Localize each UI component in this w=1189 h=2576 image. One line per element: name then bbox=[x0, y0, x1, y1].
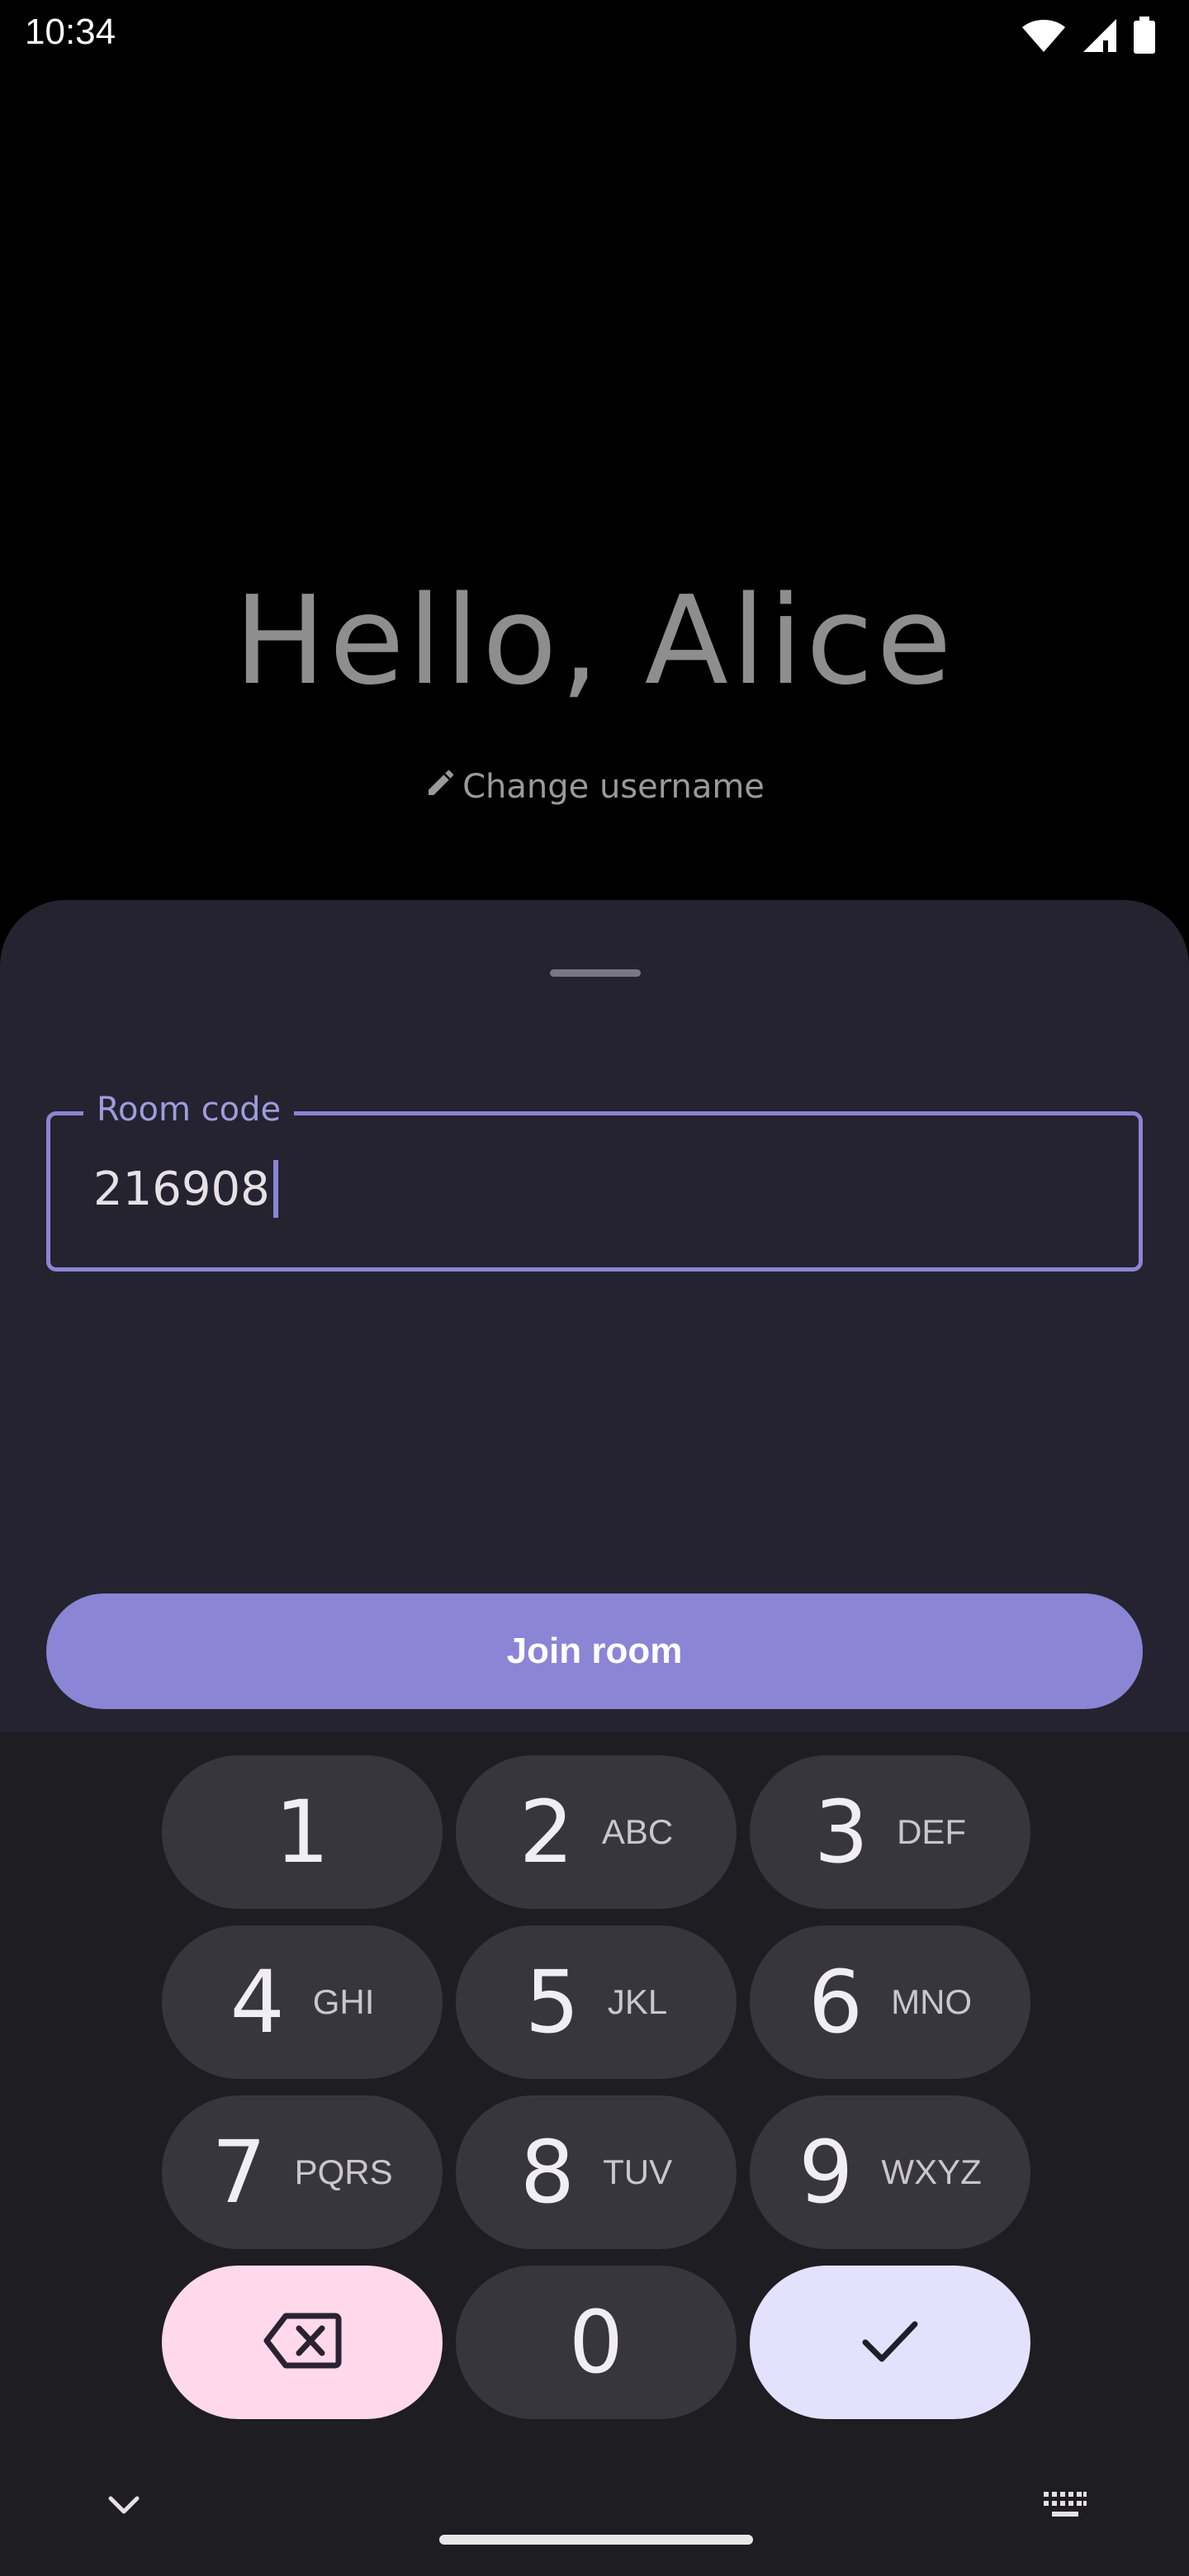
key-digit: 7 bbox=[211, 2122, 267, 2223]
key-digit: 1 bbox=[274, 1782, 330, 1882]
key-2[interactable]: 2 ABC bbox=[456, 1755, 737, 1909]
key-9[interactable]: 9 WXYZ bbox=[750, 2095, 1030, 2249]
key-letters: PQRS bbox=[294, 2152, 393, 2191]
key-digit: 8 bbox=[519, 2122, 576, 2223]
wifi-icon bbox=[1021, 17, 1067, 58]
battery-icon bbox=[1133, 17, 1156, 59]
key-7[interactable]: 7 PQRS bbox=[162, 2095, 443, 2249]
keyboard-icon[interactable] bbox=[1042, 2490, 1088, 2526]
key-8[interactable]: 8 TUV bbox=[456, 2095, 737, 2249]
change-username-label: Change username bbox=[462, 768, 765, 806]
change-username-button[interactable]: Change username bbox=[0, 766, 1189, 807]
enter-key[interactable] bbox=[750, 2266, 1030, 2419]
signal-icon bbox=[1082, 17, 1118, 58]
key-letters: JKL bbox=[607, 1982, 668, 2021]
key-digit: 6 bbox=[808, 1952, 864, 2053]
status-time: 10:34 bbox=[25, 12, 116, 52]
greeting-title: Hello, Alice bbox=[234, 570, 955, 712]
room-code-value: 216908 bbox=[93, 1162, 270, 1216]
room-code-input[interactable]: 216908 bbox=[93, 1160, 278, 1218]
backspace-icon bbox=[263, 2312, 342, 2374]
chevron-down-icon[interactable] bbox=[106, 2493, 142, 2522]
check-icon bbox=[860, 2318, 920, 2368]
key-3[interactable]: 3 DEF bbox=[750, 1755, 1030, 1909]
key-1[interactable]: 1 bbox=[162, 1755, 443, 1909]
key-digit: 0 bbox=[568, 2292, 624, 2393]
key-digit: 2 bbox=[519, 1782, 574, 1882]
key-letters: ABC bbox=[601, 1812, 674, 1851]
key-letters: TUV bbox=[603, 2152, 673, 2191]
key-4[interactable]: 4 GHI bbox=[162, 1925, 443, 2079]
drag-handle[interactable] bbox=[550, 969, 641, 977]
status-icons bbox=[1021, 17, 1156, 59]
key-digit: 3 bbox=[813, 1782, 869, 1882]
text-caret bbox=[272, 1160, 278, 1218]
key-digit: 5 bbox=[524, 1952, 580, 2053]
room-code-label: Room code bbox=[83, 1091, 295, 1129]
key-digit: 9 bbox=[798, 2122, 854, 2223]
delete-key[interactable] bbox=[162, 2266, 443, 2419]
pencil-icon bbox=[424, 766, 457, 807]
status-bar: 10:34 bbox=[0, 0, 1189, 69]
key-letters: WXYZ bbox=[881, 2152, 982, 2191]
room-code-field[interactable]: Room code 216908 bbox=[46, 1091, 1143, 1271]
key-letters: MNO bbox=[891, 1982, 973, 2021]
key-5[interactable]: 5 JKL bbox=[456, 1925, 737, 2079]
key-digit: 4 bbox=[230, 1952, 285, 2053]
key-letters: DEF bbox=[897, 1812, 967, 1851]
key-0[interactable]: 0 bbox=[456, 2266, 737, 2419]
key-6[interactable]: 6 MNO bbox=[750, 1925, 1030, 2079]
key-letters: GHI bbox=[312, 1982, 375, 2021]
gesture-nav-handle[interactable] bbox=[439, 2535, 753, 2545]
join-room-button[interactable]: Join room bbox=[46, 1593, 1143, 1709]
